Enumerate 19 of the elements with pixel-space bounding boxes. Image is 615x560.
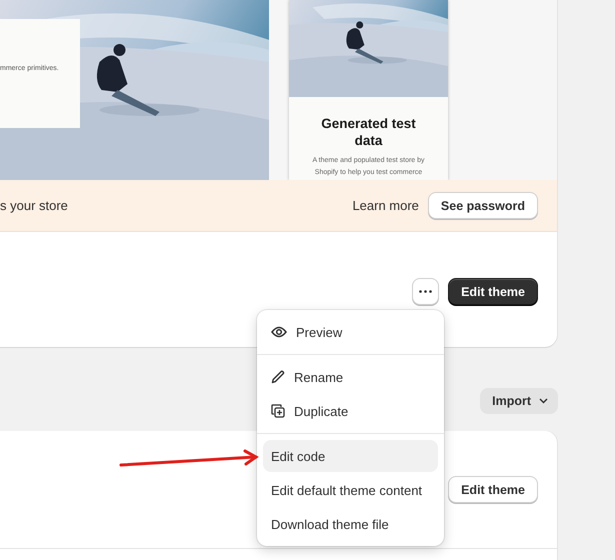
menu-item[interactable]: Download theme file bbox=[263, 508, 438, 540]
import-button[interactable]: Import bbox=[480, 388, 558, 414]
learn-more-link[interactable]: Learn more bbox=[352, 198, 419, 213]
more-icon bbox=[419, 290, 432, 293]
chevron-down-icon bbox=[539, 398, 548, 404]
duplicate-icon bbox=[271, 404, 285, 418]
menu-item[interactable]: Edit code bbox=[263, 440, 438, 472]
preview-title: Generated test data bbox=[320, 115, 417, 149]
edit-theme-button[interactable]: Edit theme bbox=[448, 278, 538, 305]
banner-text: s your store bbox=[0, 198, 69, 213]
pencil-icon bbox=[271, 370, 285, 384]
menu-item[interactable]: Preview bbox=[263, 316, 438, 348]
eye-icon bbox=[271, 326, 287, 338]
edit-theme-button[interactable]: Edit theme bbox=[448, 476, 538, 503]
menu-item[interactable]: Edit default theme content bbox=[263, 474, 438, 506]
menu-item[interactable]: Duplicate bbox=[263, 395, 438, 427]
see-password-button[interactable]: See password bbox=[428, 192, 538, 219]
more-actions-button[interactable] bbox=[412, 278, 440, 305]
menu-item[interactable]: Rename bbox=[263, 361, 438, 393]
